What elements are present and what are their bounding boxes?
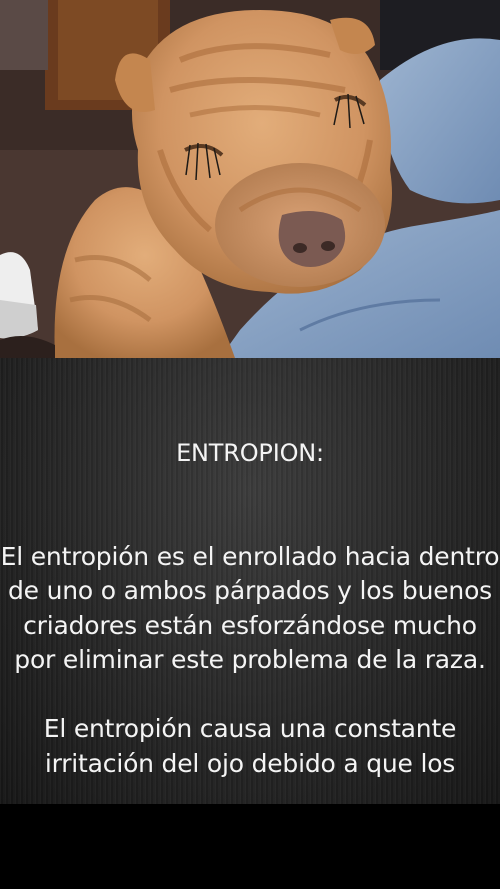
shar-pei-illustration	[0, 0, 500, 358]
story-paragraph: El entropión es el enrollado hacia dentr…	[0, 541, 500, 675]
story-paragraph: El entropión causa una constante irritac…	[43, 714, 457, 778]
story-text: ENTROPION: El entropión es el enrollado …	[0, 436, 500, 804]
shar-pei-photo	[0, 0, 500, 358]
bottom-bar	[0, 804, 500, 889]
story-heading: ENTROPION:	[176, 439, 324, 467]
text-panel: ENTROPION: El entropión es el enrollado …	[0, 358, 500, 804]
story-viewer: ENTROPION: El entropión es el enrollado …	[0, 0, 500, 889]
